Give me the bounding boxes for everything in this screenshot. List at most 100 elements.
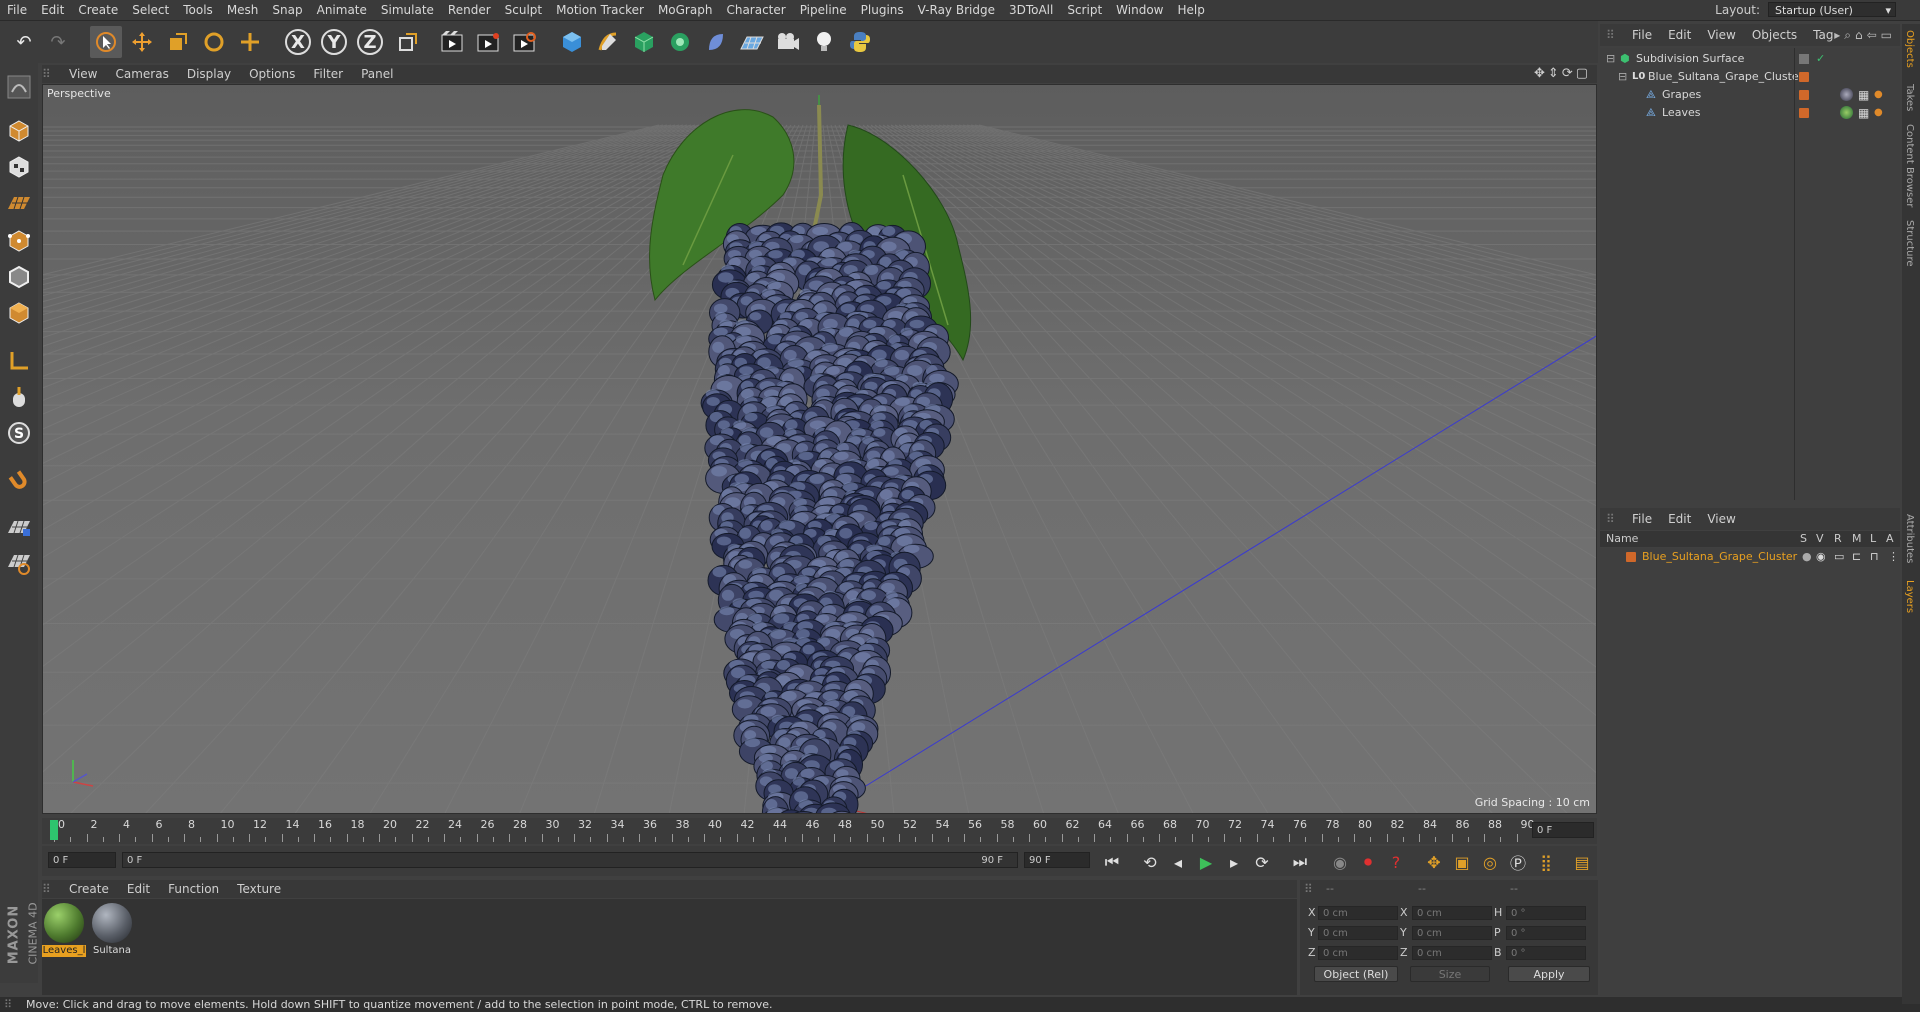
- next-keyframe-icon[interactable]: ⟳: [1250, 850, 1274, 874]
- frame-range-slider[interactable]: 0 F 90 F: [122, 852, 1018, 868]
- coord-size-field[interactable]: 0 cm: [1412, 946, 1492, 960]
- tab-structure[interactable]: Structure: [1904, 220, 1915, 267]
- menu-pipeline[interactable]: Pipeline: [793, 0, 854, 20]
- coordinate-system-icon[interactable]: [392, 26, 424, 58]
- menu-mograph[interactable]: MoGraph: [651, 0, 720, 20]
- coord-position-field[interactable]: 0 cm: [1318, 926, 1398, 940]
- viewport-menu-cameras[interactable]: Cameras: [106, 65, 177, 83]
- rotate-tool-icon[interactable]: [198, 26, 230, 58]
- object-row-grapes[interactable]: ⟁ Grapes ▦ ●: [1600, 86, 1900, 104]
- menu-tools[interactable]: Tools: [176, 0, 220, 20]
- menu-file[interactable]: File: [0, 0, 34, 20]
- workplane-mode-icon[interactable]: [3, 187, 35, 219]
- previous-frame-icon[interactable]: ◂: [1166, 850, 1190, 874]
- render-icon[interactable]: ▭: [1834, 548, 1844, 566]
- redo-icon[interactable]: ↷: [42, 26, 74, 58]
- collapse-icon[interactable]: ⊟: [1606, 50, 1615, 68]
- next-frame-icon[interactable]: ▸: [1222, 850, 1246, 874]
- lock-icon[interactable]: ⊓: [1870, 548, 1879, 566]
- pen-spline-icon[interactable]: [592, 26, 624, 58]
- enabled-check-icon[interactable]: ✓: [1816, 50, 1825, 68]
- play-icon[interactable]: ▶: [1194, 850, 1218, 874]
- panel-grip-icon[interactable]: ⠿: [1304, 882, 1313, 896]
- magnet-icon[interactable]: [3, 465, 35, 497]
- viewport-menu-filter[interactable]: Filter: [304, 65, 352, 83]
- collapse-icon[interactable]: ⊟: [1618, 68, 1627, 86]
- move-tool-icon[interactable]: [126, 26, 158, 58]
- om-menu-edit[interactable]: Edit: [1660, 24, 1699, 46]
- size-mode-dropdown[interactable]: Size: [1410, 966, 1490, 982]
- menu-window[interactable]: Window: [1109, 0, 1170, 20]
- menu-3dtoall[interactable]: 3DToAll: [1002, 0, 1060, 20]
- om-menu-file[interactable]: File: [1624, 24, 1660, 46]
- om-menu-view[interactable]: View: [1699, 24, 1743, 46]
- render-to-picture-viewer-icon[interactable]: [472, 26, 504, 58]
- menu-create[interactable]: Create: [71, 0, 125, 20]
- viewport-menu-panel[interactable]: Panel: [352, 65, 402, 83]
- light-icon[interactable]: [808, 26, 840, 58]
- render-settings-icon[interactable]: [508, 26, 540, 58]
- panel-grip-icon[interactable]: ⠿: [1600, 512, 1624, 526]
- cube-object-icon[interactable]: [556, 26, 588, 58]
- object-row-subdivision-surface[interactable]: ⊟ ⬢ Subdivision Surface ✓: [1600, 50, 1900, 68]
- layer-color-icon[interactable]: [1799, 72, 1809, 82]
- tab-layers[interactable]: Layers: [1904, 580, 1915, 613]
- current-frame-field[interactable]: 0 F: [1532, 822, 1594, 838]
- material-leaves[interactable]: Leaves_l: [42, 903, 86, 957]
- key-rotation-icon[interactable]: ◎: [1478, 850, 1502, 874]
- polygon-mode-icon[interactable]: [3, 297, 35, 329]
- lm-menu-view[interactable]: View: [1699, 508, 1743, 530]
- key-scale-icon[interactable]: ▣: [1450, 850, 1474, 874]
- end-frame-field[interactable]: 90 F: [1024, 852, 1090, 868]
- lm-menu-edit[interactable]: Edit: [1660, 508, 1699, 530]
- uv-tag-icon[interactable]: ▦: [1858, 86, 1869, 104]
- edge-mode-icon[interactable]: [3, 261, 35, 293]
- tab-takes[interactable]: Takes: [1904, 84, 1915, 111]
- viewport-menu-options[interactable]: Options: [240, 65, 304, 83]
- object-row-leaves[interactable]: ⟁ Leaves ▦ ●: [1600, 104, 1900, 122]
- workplane-lock-icon[interactable]: [3, 547, 35, 579]
- camera-icon[interactable]: [772, 26, 804, 58]
- layer-color-icon[interactable]: [1799, 108, 1809, 118]
- model-mode-icon[interactable]: [3, 115, 35, 147]
- 3d-viewport[interactable]: Perspective Grid Spacing : 10 cm: [42, 84, 1597, 814]
- menu-help[interactable]: Help: [1170, 0, 1211, 20]
- record-keys-icon[interactable]: ◉: [1328, 850, 1352, 874]
- viewport-menu-view[interactable]: View: [60, 65, 106, 83]
- cloner-icon[interactable]: [664, 26, 696, 58]
- layer-color-icon[interactable]: [1799, 90, 1809, 100]
- animation-icon[interactable]: ⋮: [1888, 548, 1899, 566]
- menu-vray-bridge[interactable]: V-Ray Bridge: [911, 0, 1002, 20]
- material-tag-icon[interactable]: [1840, 106, 1853, 119]
- point-mode-icon[interactable]: [3, 225, 35, 257]
- layer-row[interactable]: Blue_Sultana_Grape_Cluster ● ◉ ▭ ⊏ ⊓ ⋮: [1600, 548, 1900, 566]
- go-to-start-icon[interactable]: ⏮: [1100, 850, 1124, 874]
- material-menu-create[interactable]: Create: [60, 880, 118, 898]
- material-menu-edit[interactable]: Edit: [118, 880, 159, 898]
- y-axis-lock-icon[interactable]: Y: [318, 26, 350, 58]
- start-frame-field[interactable]: 0 F: [48, 852, 116, 868]
- snap-icon[interactable]: S: [3, 417, 35, 449]
- coord-size-field[interactable]: 0 cm: [1412, 906, 1492, 920]
- menu-edit[interactable]: Edit: [34, 0, 71, 20]
- menu-select[interactable]: Select: [125, 0, 176, 20]
- apply-button[interactable]: Apply: [1508, 966, 1590, 982]
- z-axis-lock-icon[interactable]: Z: [354, 26, 386, 58]
- menu-render[interactable]: Render: [441, 0, 498, 20]
- select-tool-icon[interactable]: [90, 26, 122, 58]
- menu-plugins[interactable]: Plugins: [854, 0, 911, 20]
- coord-position-field[interactable]: 0 cm: [1318, 906, 1398, 920]
- manager-icon[interactable]: ⊏: [1852, 548, 1861, 566]
- tab-content-browser[interactable]: Content Browser: [1904, 124, 1915, 207]
- go-to-end-icon[interactable]: ⏭: [1288, 850, 1312, 874]
- phong-tag-icon[interactable]: ●: [1874, 86, 1883, 104]
- panel-grip-icon[interactable]: ⠿: [1600, 28, 1624, 42]
- layer-icon[interactable]: [1799, 54, 1809, 64]
- key-position-icon[interactable]: ✥: [1422, 850, 1446, 874]
- deformer-icon[interactable]: [700, 26, 732, 58]
- coord-rotation-field[interactable]: 0 °: [1506, 906, 1586, 920]
- om-menu-objects[interactable]: Objects: [1744, 24, 1805, 46]
- material-sultana[interactable]: Sultana: [90, 903, 134, 957]
- coord-rotation-field[interactable]: 0 °: [1506, 946, 1586, 960]
- panel-grip-icon[interactable]: ⠿: [42, 67, 60, 81]
